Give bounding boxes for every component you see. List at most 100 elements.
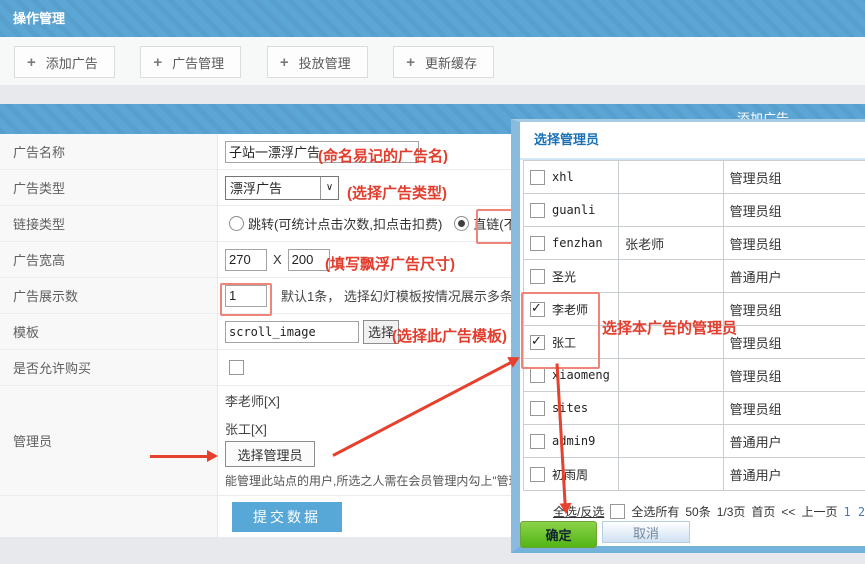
selected-admin-tag[interactable]: 张工[X] (225, 419, 267, 438)
page-info: 1/3页 (717, 503, 746, 520)
confirm-button[interactable]: 确定 (520, 521, 597, 548)
username: sites (552, 401, 588, 415)
table-row[interactable]: sites 管理员组 (524, 392, 865, 425)
plus-icon: + (280, 55, 289, 70)
modal-frame: 选择管理员 xhl 管理员组 guanli 管理员组 fenzhan 张老 (511, 119, 865, 553)
ad-type-select[interactable]: 漂浮广告 ∨ (225, 176, 339, 200)
field-label (0, 496, 218, 537)
total-count: 50条 (685, 503, 710, 520)
row-checkbox[interactable] (530, 401, 545, 416)
modal-title: 选择管理员 (520, 122, 865, 160)
field-label: 链接类型 (0, 206, 218, 241)
user-group: 管理员组 (730, 369, 782, 384)
row-checkbox[interactable] (530, 269, 545, 284)
realname: 张老师 (625, 237, 664, 252)
template-input[interactable] (225, 321, 359, 343)
row-checkbox[interactable] (530, 302, 545, 317)
submit-button[interactable]: 提交数据 (232, 502, 342, 532)
app-header: 操作管理 (0, 0, 865, 37)
button-label: 投放管理 (299, 53, 351, 72)
table-row[interactable]: 张工 管理员组 (524, 326, 865, 359)
page-title: 操作管理 (13, 0, 65, 37)
radio-jump-label: 跳转(可统计点击次数,扣点击扣费) (248, 214, 442, 233)
username: 圣光 (552, 268, 576, 285)
toolbar: + 添加广告 +广告管理 + 投放管理 + 更新缓存 (0, 37, 865, 85)
plus-icon: + (406, 55, 415, 70)
delivery-manage-button[interactable]: + 投放管理 (267, 46, 368, 78)
user-group: 管理员组 (730, 402, 782, 417)
table-row[interactable]: fenzhan 张老师 管理员组 (524, 227, 865, 260)
user-group: 管理员组 (730, 303, 782, 318)
table-row[interactable]: xiaomeng 管理员组 (524, 359, 865, 392)
row-checkbox[interactable] (530, 203, 545, 218)
pagination: 全选/反选 全选所有 50条 1/3页 首页 << 上一页 1 2 3 (553, 503, 865, 520)
ad-manage-button[interactable]: +广告管理 (140, 46, 241, 78)
row-checkbox[interactable] (530, 170, 545, 185)
display-count-input[interactable] (225, 285, 267, 307)
user-group: 普通用户 (730, 270, 782, 285)
table-row[interactable]: guanli 管理员组 (524, 194, 865, 227)
user-group: 管理员组 (730, 336, 782, 351)
button-label: 更新缓存 (425, 53, 477, 72)
radio-direct-link[interactable] (454, 216, 469, 231)
row-checkbox[interactable] (530, 434, 545, 449)
username: admin9 (552, 434, 595, 448)
user-group: 管理员组 (730, 204, 782, 219)
ad-height-input[interactable] (288, 249, 330, 271)
row-checkbox[interactable] (530, 467, 545, 482)
select-all-label: 全选所有 (631, 503, 679, 520)
add-ad-button[interactable]: + 添加广告 (14, 46, 115, 78)
table-row[interactable]: admin9 普通用户 (524, 425, 865, 458)
user-group: 管理员组 (730, 237, 782, 252)
display-count-hint: 默认1条， 选择幻灯模板按情况展示多条广告 (281, 286, 539, 305)
choose-admin-button[interactable]: 选择管理员 (225, 441, 315, 467)
template-select-button[interactable]: 选择 (363, 320, 399, 344)
field-label: 广告类型 (0, 170, 218, 205)
user-group: 普通用户 (730, 468, 782, 483)
field-label: 广告名称 (0, 134, 218, 169)
ad-name-input[interactable] (225, 141, 419, 163)
username: xiaomeng (552, 368, 610, 382)
table-row[interactable]: 李老师 管理员组 (524, 293, 865, 326)
select-toggle-link[interactable]: 全选/反选 (553, 503, 604, 520)
user-group: 普通用户 (730, 435, 782, 450)
screen: 操作管理 + 添加广告 +广告管理 + 投放管理 + 更新缓存 添加广告 广告名称 广… (0, 0, 865, 564)
choose-admin-modal: 选择管理员 xhl 管理员组 guanli 管理员组 fenzhan 张老 (511, 119, 865, 553)
row-checkbox[interactable] (530, 368, 545, 383)
allow-buy-checkbox[interactable] (229, 360, 244, 375)
admin-help-text: 能管理此站点的用户,所选之人需在会员管理内勾上"管理 (225, 472, 521, 489)
field-label: 是否允许购买 (0, 350, 218, 385)
user-group: 管理员组 (730, 171, 782, 186)
field-label: 管理员 (0, 386, 218, 495)
cancel-button[interactable]: 取消 (602, 521, 690, 543)
table-row[interactable]: 圣光 普通用户 (524, 260, 865, 293)
row-checkbox[interactable] (530, 335, 545, 350)
first-page-link[interactable]: 首页 (751, 503, 775, 520)
username: xhl (552, 170, 574, 184)
table-row[interactable]: xhl 管理员组 (524, 161, 865, 194)
plus-icon: + (153, 55, 162, 70)
prev-page-link[interactable]: 上一页 (801, 503, 837, 520)
field-label: 广告展示数 (0, 278, 218, 313)
select-value: 漂浮广告 (226, 178, 320, 197)
row-checkbox[interactable] (530, 236, 545, 251)
ad-width-input[interactable] (225, 249, 267, 271)
selected-admin-tag[interactable]: 李老师[X] (225, 391, 280, 410)
username: 张工 (552, 334, 576, 351)
page-number-links[interactable]: 1 2 3 (843, 505, 865, 519)
chevron-down-icon: ∨ (320, 177, 338, 199)
field-label: 广告宽高 (0, 242, 218, 277)
username: fenzhan (552, 236, 603, 250)
username: 李老师 (552, 301, 588, 318)
refresh-cache-button[interactable]: + 更新缓存 (393, 46, 494, 78)
prev-arrow-link[interactable]: << (781, 505, 795, 519)
table-row[interactable]: 初雨周 普通用户 (524, 458, 865, 491)
plus-icon: + (27, 55, 36, 70)
admin-table: xhl 管理员组 guanli 管理员组 fenzhan 张老师 管理员组 (523, 160, 865, 491)
button-label: 添加广告 (46, 53, 98, 72)
select-all-checkbox[interactable] (610, 504, 625, 519)
field-label: 模板 (0, 314, 218, 349)
size-separator: X (273, 252, 282, 267)
radio-jump[interactable] (229, 216, 244, 231)
username: guanli (552, 203, 595, 217)
